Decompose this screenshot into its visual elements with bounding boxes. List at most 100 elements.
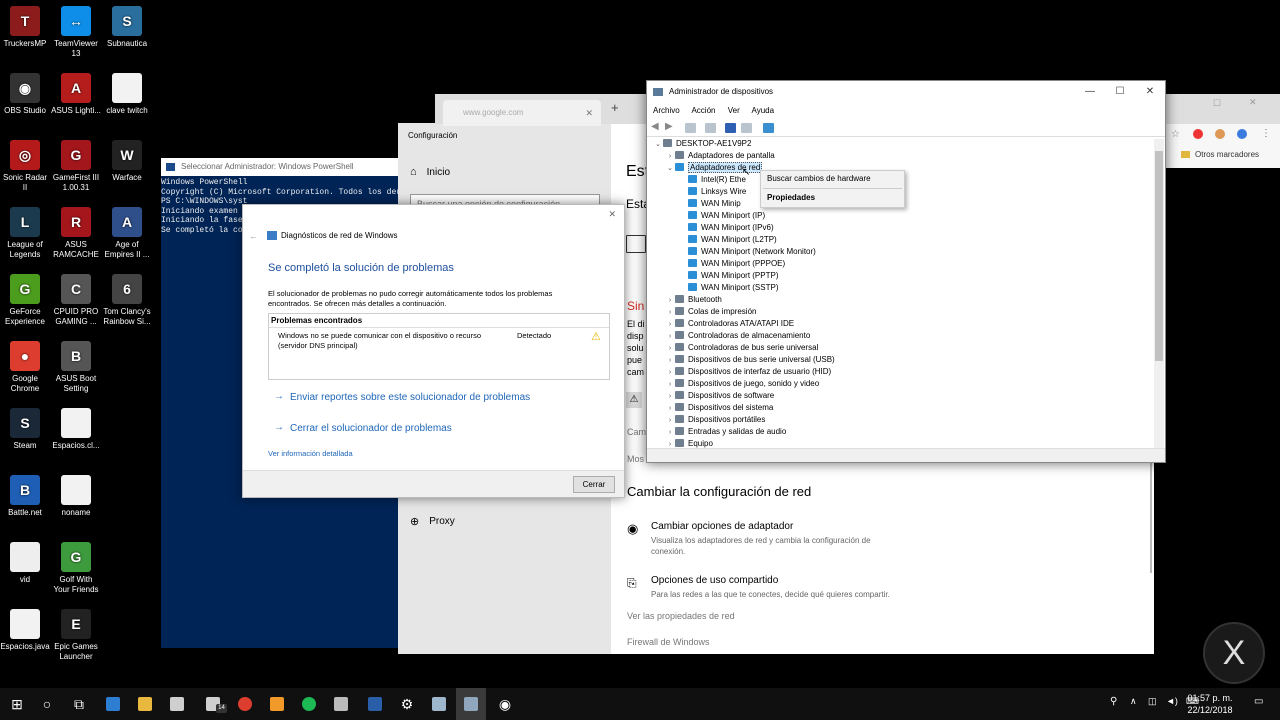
edge-icon[interactable] — [98, 688, 128, 720]
file-explorer-icon[interactable] — [130, 688, 160, 720]
network-tray-icon[interactable]: ◫ — [1148, 696, 1157, 707]
new-tab-button[interactable]: + — [611, 100, 619, 115]
forward-icon[interactable]: ▶ — [665, 121, 673, 132]
problem-text[interactable]: Windows no se puede comunicar con el dis… — [278, 331, 503, 351]
network-properties-link[interactable]: Ver las propiedades de red — [627, 611, 735, 621]
tree-item-category[interactable]: › Colas de impresión — [665, 306, 756, 318]
tree-item-category[interactable]: › Dispositivos del sistema — [665, 402, 773, 414]
tree-item-network-adapter[interactable]: WAN Miniport (SSTP) — [678, 282, 779, 294]
tree-item-network-adapter[interactable]: Linksys Wire — [678, 186, 746, 198]
desktop-icon[interactable]: vid — [0, 542, 50, 585]
device-manager-window[interactable]: Administrador de dispositivos — ☐ ✕ Arch… — [646, 80, 1166, 463]
context-scan-hardware[interactable]: Buscar cambios de hardware — [767, 174, 871, 183]
menu-accion[interactable]: Acción — [691, 106, 715, 115]
profile-avatar[interactable] — [1237, 129, 1247, 139]
desktop-icon[interactable]: clave twitch — [102, 73, 152, 116]
people-icon[interactable]: ⚲ — [1110, 696, 1117, 707]
desktop-icon[interactable]: L League of Legends — [0, 207, 50, 260]
desktop-icon[interactable]: Espacios.java — [0, 609, 50, 652]
desktop-icon[interactable]: R ASUS RAMCACHE — [51, 207, 101, 260]
chrome-menu-icon[interactable]: ⋮ — [1261, 128, 1271, 139]
desktop-icon[interactable]: A ASUS Lighti... — [51, 73, 101, 116]
tree-item-category[interactable]: › Controladoras de bus serie universal — [665, 342, 818, 354]
desktop-icon[interactable]: G GameFirst III 1.00.31 — [51, 140, 101, 193]
context-properties[interactable]: Propiedades — [767, 193, 815, 202]
desktop-icon[interactable]: ◎ Sonic Radar II — [0, 140, 50, 193]
sublime-icon[interactable] — [262, 688, 292, 720]
desktop-icon[interactable]: B ASUS Boot Setting — [51, 341, 101, 394]
tree-item-network-adapter[interactable]: WAN Miniport (Network Monitor) — [678, 246, 816, 258]
maximize-icon[interactable]: ☐ — [1105, 81, 1135, 103]
desktop-icon[interactable]: W Warface — [102, 140, 152, 183]
desktop-icon[interactable]: C CPUID PRO GAMING ... — [51, 274, 101, 327]
view-icon[interactable] — [705, 123, 716, 133]
tree-item-display-adapters[interactable]: › Adaptadores de pantalla — [665, 150, 775, 162]
close-tab-icon[interactable]: ✕ — [585, 100, 593, 126]
update-driver-icon[interactable] — [741, 123, 752, 133]
tree-item-network-adapter[interactable]: WAN Miniport (L2TP) — [678, 234, 777, 246]
extension-icon[interactable] — [1193, 129, 1203, 139]
obs-taskbar-icon[interactable]: ◉ — [490, 688, 520, 720]
tree-item-category[interactable]: › Dispositivos de software — [665, 390, 774, 402]
tree-item-category[interactable]: › Bluetooth — [665, 294, 722, 306]
close-button[interactable]: Cerrar — [573, 476, 615, 493]
mail-icon[interactable]: 14 — [198, 688, 228, 720]
device-manager-taskbar-icon[interactable] — [456, 688, 486, 720]
chrome-taskbar-icon[interactable] — [230, 688, 260, 720]
context-menu[interactable]: Buscar cambios de hardware Propiedades — [760, 170, 905, 208]
help-icon[interactable] — [725, 123, 736, 133]
tree-item-category[interactable]: › Dispositivos de bus serie universal (US… — [665, 354, 835, 366]
settings-link-partial-1[interactable]: Cam — [627, 427, 646, 437]
tree-item-category[interactable]: › Equipo — [665, 438, 713, 448]
desktop-icon[interactable]: S Steam — [0, 408, 50, 451]
search-icon[interactable]: ○ — [32, 688, 62, 720]
tree-item-network-adapter[interactable]: WAN Miniport (IPv6) — [678, 222, 774, 234]
scan-hardware-icon[interactable] — [763, 123, 774, 133]
tree-item-network-adapter[interactable]: Intel(R) Ethe — [678, 174, 746, 186]
extension-icon-2[interactable] — [1215, 129, 1225, 139]
clock[interactable]: 01:57 p. m. 22/12/2018 — [1180, 692, 1240, 716]
network-taskbar-icon[interactable] — [424, 688, 454, 720]
tree-item-category[interactable]: › Dispositivos portátiles — [665, 414, 765, 426]
desktop-icon[interactable]: ↔ TeamViewer 13 — [51, 6, 101, 59]
tree-item-network-adapter[interactable]: WAN Miniport (PPPOE) — [678, 258, 785, 270]
tree-item-category[interactable]: › Controladoras de almacenamiento — [665, 330, 810, 342]
desktop-icon[interactable]: noname — [51, 475, 101, 518]
desktop-icon[interactable]: ● Google Chrome — [0, 341, 50, 394]
expand-chevron-icon[interactable]: ⌄ — [665, 163, 675, 175]
star-icon[interactable]: ☆ — [1171, 129, 1180, 140]
powershell-taskbar-icon[interactable] — [360, 688, 390, 720]
collapse-chevron-icon[interactable]: › — [665, 439, 675, 448]
chrome-close-icon[interactable]: ✕ — [1249, 97, 1257, 108]
tree-item-category[interactable]: › Controladoras ATA/ATAPI IDE — [665, 318, 794, 330]
powershell-titlebar[interactable]: Seleccionar Administrador: Windows Power… — [161, 158, 411, 176]
desktop-icon[interactable]: S Subnautica — [102, 6, 152, 49]
desktop-icon[interactable]: Espacios.cl... — [51, 408, 101, 451]
app-icon[interactable] — [326, 688, 356, 720]
expand-chevron-icon[interactable]: ⌄ — [653, 139, 663, 151]
close-troubleshooter-link[interactable]: Cerrar el solucionador de problemas — [290, 423, 452, 434]
settings-gear-icon[interactable]: ⚙ — [392, 688, 422, 720]
start-button[interactable]: ⊞ — [2, 688, 32, 720]
desktop-icon[interactable]: E Epic Games Launcher — [51, 609, 101, 662]
desktop-icon[interactable]: A Age of Empires II ... — [102, 207, 152, 260]
chrome-maximize-icon[interactable]: ☐ — [1213, 98, 1221, 109]
tray-chevron-icon[interactable]: ∧ — [1130, 696, 1137, 707]
volume-icon[interactable]: ◄) — [1166, 696, 1178, 706]
menu-ayuda[interactable]: Ayuda — [752, 106, 775, 115]
back-icon[interactable]: ◀ — [651, 121, 659, 132]
notifications-icon[interactable]: ▭ — [1254, 696, 1263, 707]
task-view-icon[interactable]: ⧉ — [64, 688, 94, 720]
dialog-close-icon[interactable]: ✕ — [608, 209, 616, 220]
view-details-link[interactable]: Ver información detallada — [268, 449, 353, 458]
devmgr-titlebar[interactable]: Administrador de dispositivos — ☐ ✕ — [647, 81, 1165, 103]
tree-item-network-adapter[interactable]: WAN Miniport (IP) — [678, 210, 765, 222]
chrome-tab[interactable]: www.google.com ✕ — [443, 100, 601, 126]
desktop-icon[interactable]: ◉ OBS Studio — [0, 73, 50, 116]
close-icon[interactable]: ✕ — [1135, 81, 1165, 103]
firewall-link[interactable]: Firewall de Windows — [627, 637, 710, 647]
scrollbar-thumb[interactable] — [1155, 151, 1163, 361]
send-reports-link[interactable]: Enviar reportes sobre este solucionador … — [290, 392, 530, 403]
menu-ver[interactable]: Ver — [728, 106, 740, 115]
adapter-options-link[interactable]: Cambiar opciones de adaptador — [651, 521, 793, 532]
